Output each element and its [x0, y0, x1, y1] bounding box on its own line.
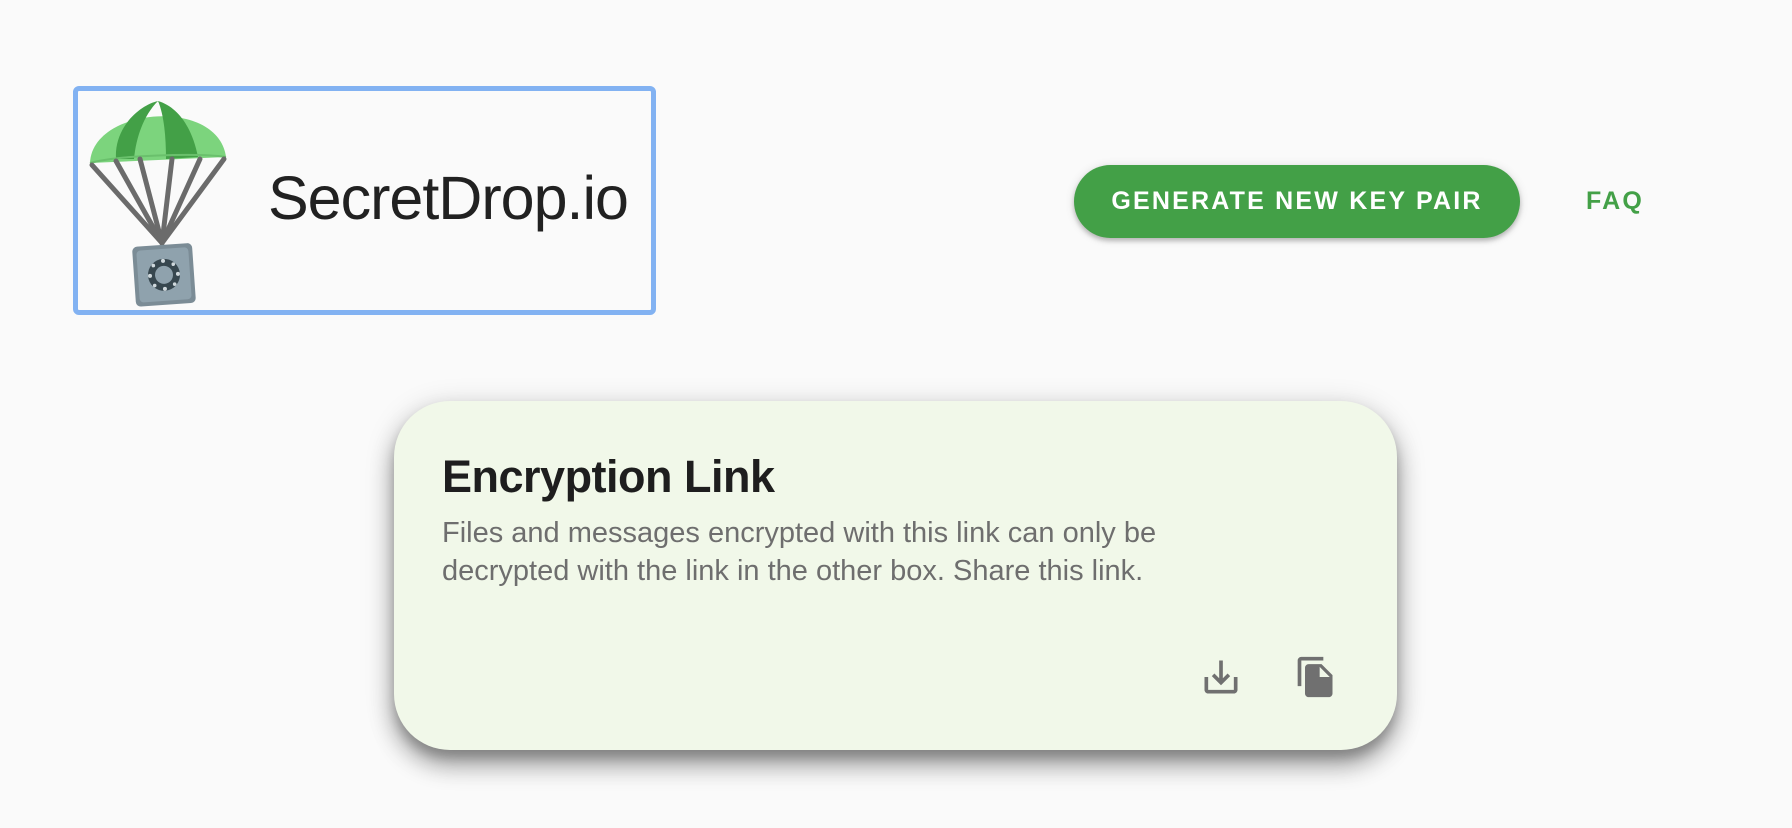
card-title: Encryption Link [442, 451, 775, 502]
download-icon [1204, 660, 1238, 694]
logo-link[interactable]: SecretDrop.io [73, 86, 656, 315]
card-description: Files and messages encrypted with this l… [442, 517, 1157, 587]
faq-button[interactable]: FAQ [1568, 165, 1662, 238]
download-button[interactable] [1185, 641, 1257, 713]
page: SecretDrop.io GENERATE NEW KEY PAIR FAQ … [0, 0, 1792, 828]
copy-icon [1297, 656, 1333, 698]
generate-key-pair-button[interactable]: GENERATE NEW KEY PAIR [1074, 165, 1520, 238]
encryption-link-card: Encryption Link Files and messages encry… [394, 401, 1397, 750]
parachute-safe-logo-icon [89, 101, 227, 307]
copy-button[interactable] [1280, 641, 1352, 713]
logo-text: SecretDrop.io [268, 164, 629, 232]
